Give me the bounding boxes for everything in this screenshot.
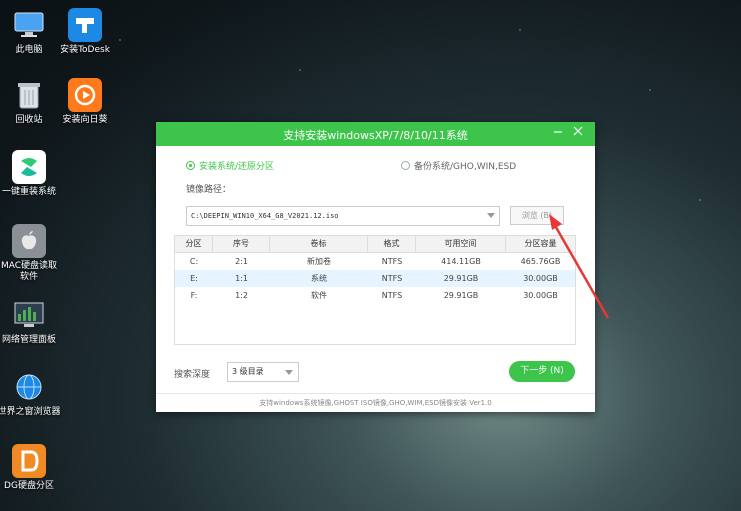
annotation-arrow-icon	[549, 214, 610, 319]
